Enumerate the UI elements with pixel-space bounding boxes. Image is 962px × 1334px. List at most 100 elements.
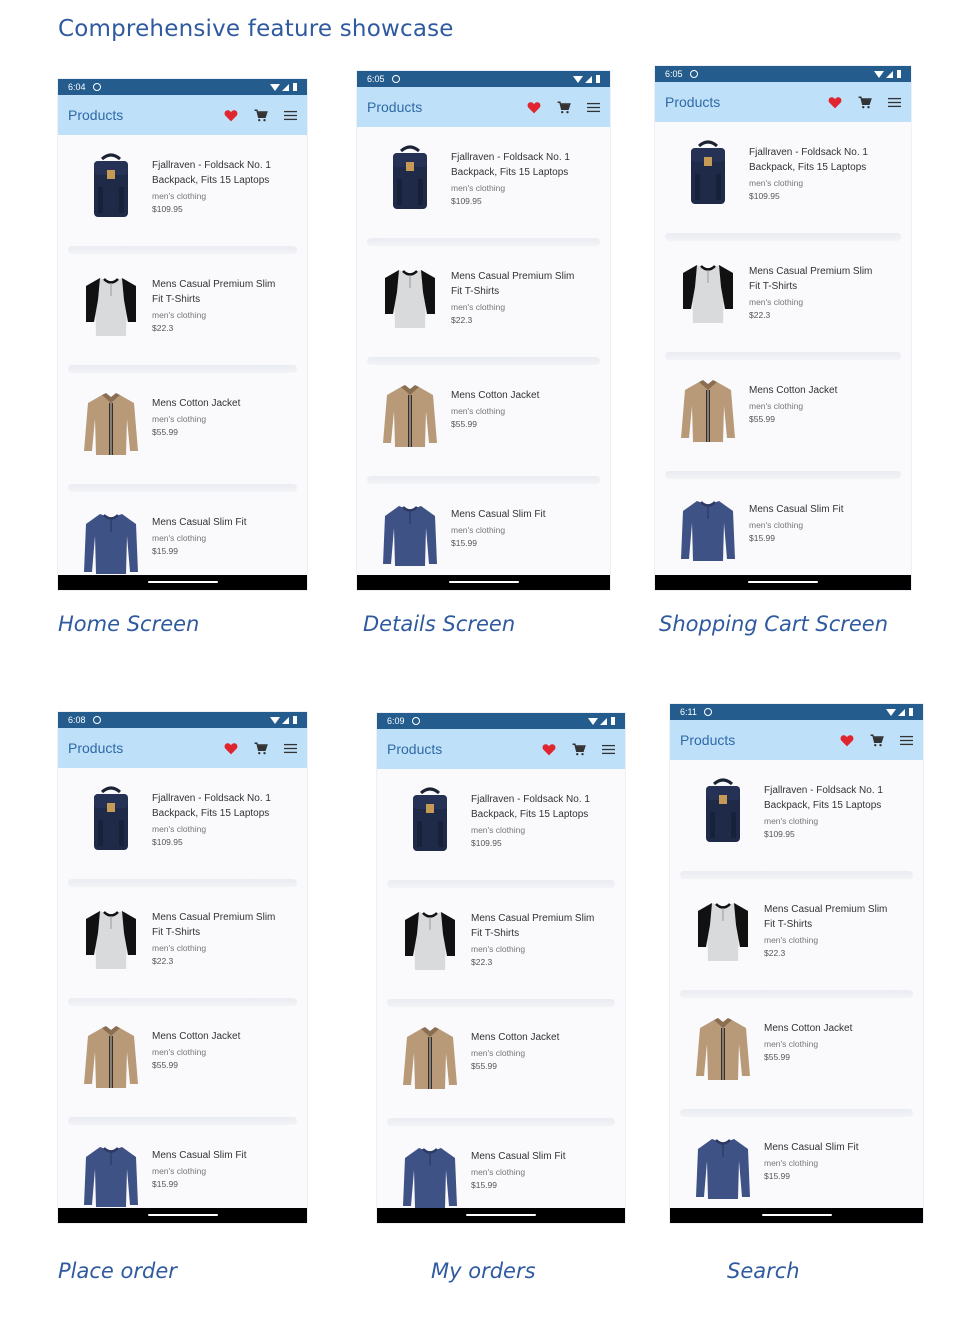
menu-icon[interactable] [284,110,297,121]
product-card[interactable]: Fjallraven - Foldsack No. 1 Backpack, Fit… [367,127,600,246]
card-divider [367,238,600,246]
product-name: Mens Casual Premium Slim Fit T-Shirts [471,913,595,939]
product-name: Fjallraven - Foldsack No. 1 Backpack, Fit… [152,160,271,186]
longsleeve-icon [399,1142,461,1212]
wifi-icon [573,75,583,83]
signal-icon [282,83,289,91]
card-divider [68,484,297,492]
product-card[interactable]: Mens Casual Premium Slim Fit T-Shirts men'… [68,254,297,373]
product-price: $22.3 [749,310,771,320]
product-price: $22.3 [471,957,493,967]
product-category: men's clothing [152,943,207,953]
product-card[interactable]: Mens Cotton Jacket men's clothing $55.99 [68,1006,297,1125]
product-card[interactable]: Mens Cotton Jacket men's clothing $55.99 [680,998,913,1117]
product-price: $55.99 [152,1060,178,1070]
product-card[interactable]: Mens Cotton Jacket men's clothing $55.99 [665,360,901,479]
favorites-heart-icon[interactable] [828,96,842,109]
product-price: $109.95 [152,204,183,214]
shopping-cart-icon[interactable] [870,734,884,747]
jacket-icon [80,1022,142,1092]
app-title: Products [68,740,124,756]
wifi-icon [270,83,280,91]
shopping-cart-icon[interactable] [557,101,571,114]
product-card[interactable]: Fjallraven - Foldsack No. 1 Backpack, Fit… [387,769,615,888]
nav-bar [58,575,307,590]
system-icons [573,75,600,83]
longsleeve-icon [677,495,739,565]
status-bar: 6:11 [670,704,923,720]
product-card[interactable]: Mens Casual Premium Slim Fit T-Shirts men'… [387,888,615,1007]
shopping-cart-icon[interactable] [254,109,268,122]
shopping-cart-icon[interactable] [254,742,268,755]
phone-screenshot: 6:08 Products Fjallraven - Foldsack No. 1B… [58,712,307,1223]
product-price: $15.99 [764,1171,790,1181]
product-card[interactable]: Mens Casual Premium Slim Fit T-Shirts men'… [68,887,297,1006]
card-divider [367,476,600,484]
longsleeve-icon [379,500,441,570]
product-name: Mens Casual Slim Fit [451,509,546,520]
product-card[interactable]: Fjallraven - Foldsack No. 1 Backpack, Fit… [665,122,901,241]
product-card[interactable]: Mens Casual Premium Slim Fit T-Shirts men'… [680,879,913,998]
favorites-heart-icon[interactable] [224,742,238,755]
home-handle[interactable] [748,581,818,583]
app-title: Products [680,732,736,748]
tshirt-icon [399,904,461,974]
product-price: $15.99 [451,538,477,548]
app-title: Products [387,741,443,757]
home-handle[interactable] [761,1214,832,1216]
signal-icon [898,708,905,716]
card-divider [68,1117,297,1125]
status-bar: 6:09 [377,713,625,729]
status-time: 6:09 [387,716,405,726]
favorites-heart-icon[interactable] [840,734,854,747]
shopping-cart-icon[interactable] [858,96,872,109]
product-card[interactable]: Fjallraven - Foldsack No. 1 Backpack, Fit… [680,760,913,879]
backpack-icon [692,776,754,846]
screen-caption: Place order [58,1259,177,1283]
product-card[interactable]: Fjallraven - Foldsack No. 1 Backpack, Fit… [68,768,297,887]
nav-bar [655,575,911,590]
product-card[interactable]: Mens Cotton Jacket men's clothing $55.99 [367,365,600,484]
menu-icon[interactable] [284,743,297,754]
menu-icon[interactable] [900,735,913,746]
longsleeve-icon [80,1141,142,1211]
product-price: $109.95 [471,838,502,848]
product-card[interactable]: Mens Cotton Jacket men's clothing $55.99 [387,1007,615,1126]
home-handle[interactable] [147,581,218,583]
product-card[interactable]: Fjallraven - Foldsack No. 1 Backpack, Fit… [68,135,297,254]
card-divider [387,999,615,1007]
system-icons [270,83,297,91]
favorites-heart-icon[interactable] [224,109,238,122]
menu-icon[interactable] [587,102,600,113]
product-card[interactable]: Mens Casual Premium Slim Fit T-Shirts men'… [665,241,901,360]
backpack-icon [80,151,142,221]
system-icons [588,717,615,725]
signal-icon [585,75,592,83]
nav-bar [58,1208,307,1223]
product-price: $109.95 [451,196,482,206]
menu-icon[interactable] [602,744,615,755]
wifi-icon [886,708,896,716]
home-handle[interactable] [448,581,519,583]
product-name: Mens Cotton Jacket [749,385,838,396]
product-price: $22.3 [152,956,174,966]
product-card[interactable]: Mens Casual Premium Slim Fit T-Shirts men'… [367,246,600,365]
product-category: men's clothing [152,310,207,320]
home-handle[interactable] [147,1214,218,1216]
nav-bar [357,575,610,590]
shopping-cart-icon[interactable] [572,743,586,756]
app-title: Products [367,99,423,115]
favorites-heart-icon[interactable] [542,743,556,756]
menu-icon[interactable] [888,97,901,108]
favorites-heart-icon[interactable] [527,101,541,114]
home-handle[interactable] [466,1214,536,1216]
card-divider [665,233,901,241]
status-time: 6:05 [367,74,385,84]
product-price: $55.99 [764,1052,790,1062]
product-name: Fjallraven - Foldsack No. 1 Backpack, Fit… [764,785,883,811]
product-card[interactable]: Mens Casual Slim Fit men's clothing $15.99 [665,479,901,590]
battery-icon [293,83,297,91]
product-card[interactable]: Mens Cotton Jacket men's clothing $55.99 [68,373,297,492]
product-price: $15.99 [471,1180,497,1190]
status-bar: 6:05 [655,66,911,82]
